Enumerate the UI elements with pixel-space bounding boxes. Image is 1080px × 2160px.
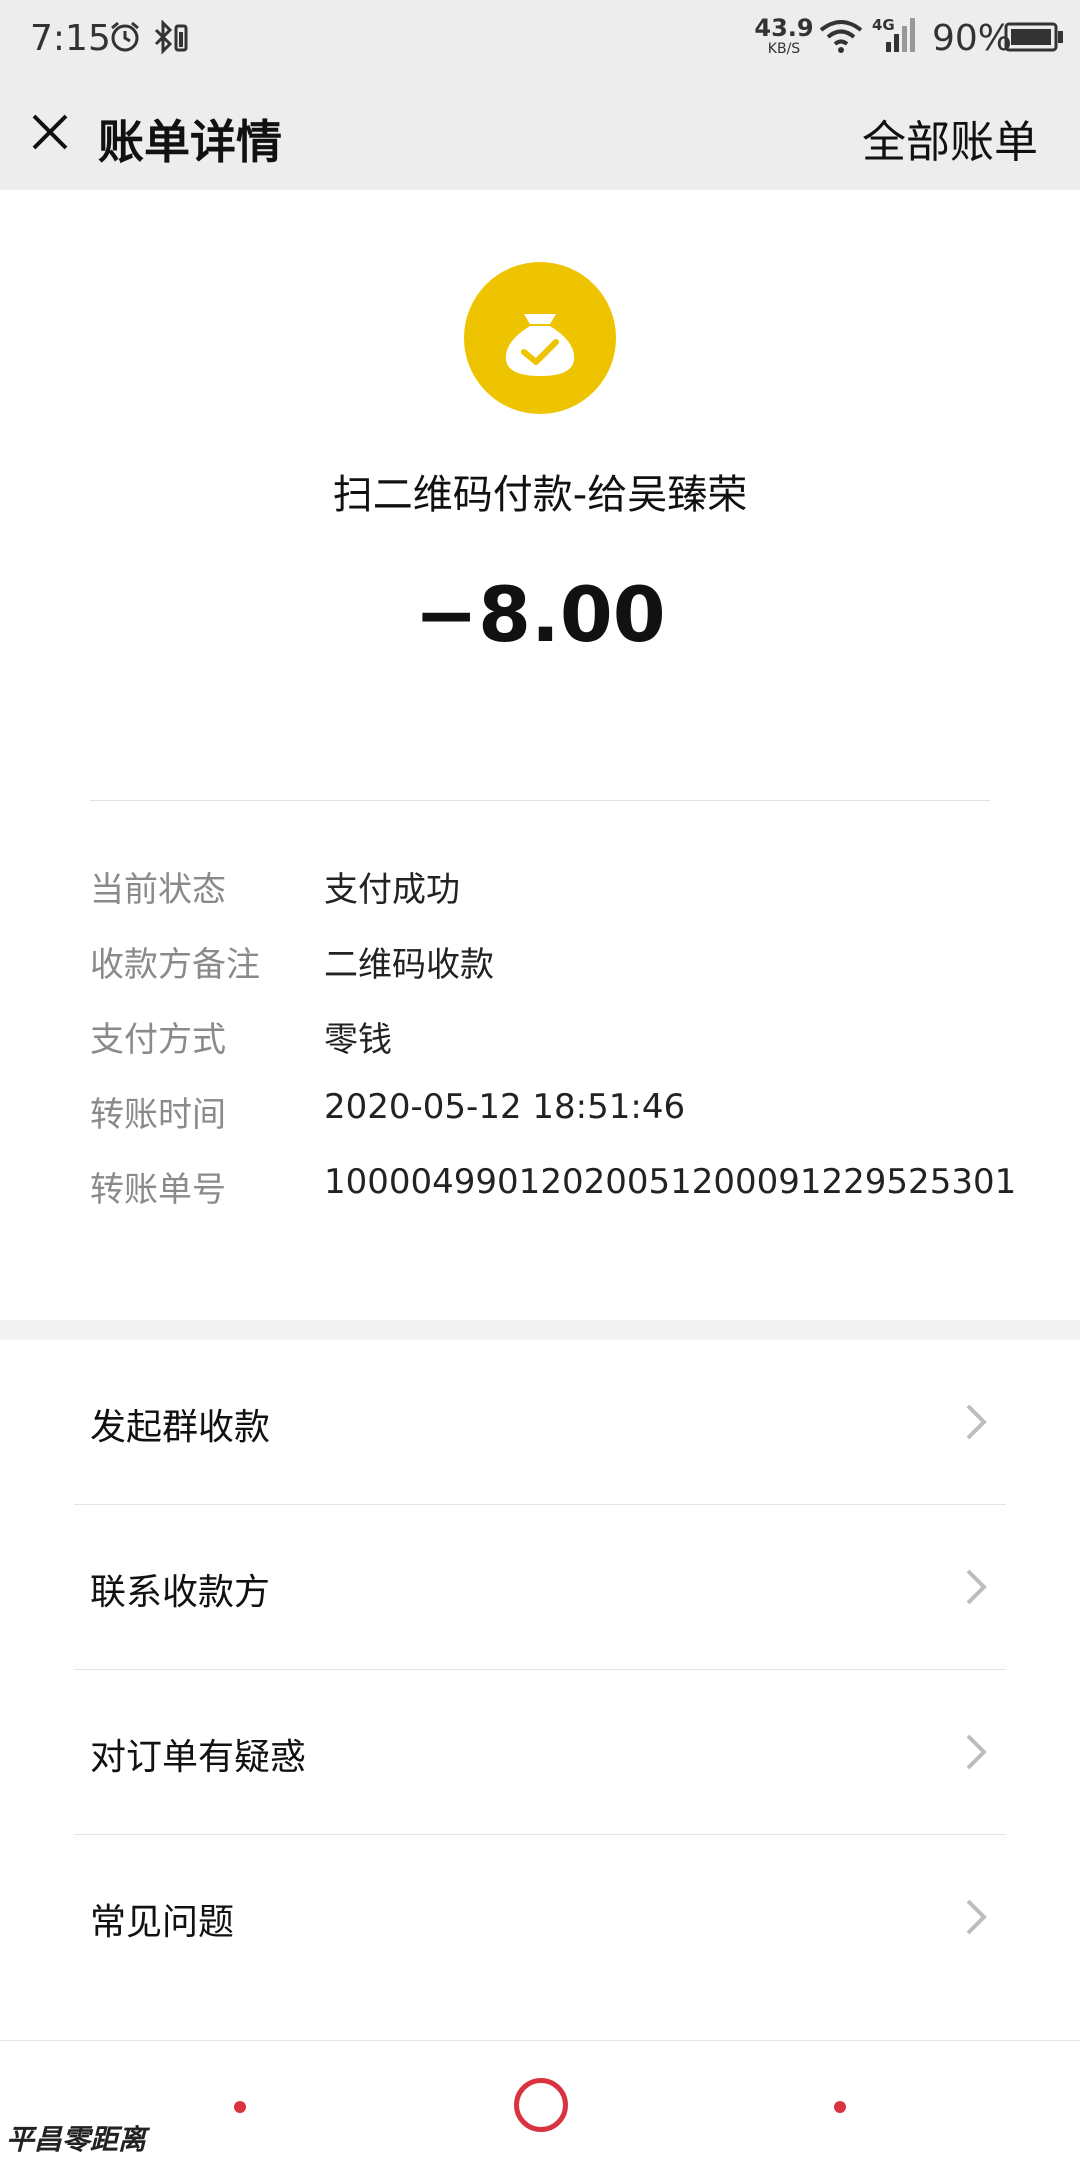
chevron-right-icon — [964, 1567, 988, 1607]
app-header: 账单详情 全部账单 — [0, 80, 1080, 190]
bluetooth-icon — [150, 19, 192, 60]
menu-item-contact-payee[interactable]: 联系收款方 — [0, 1505, 1080, 1670]
chevron-right-icon — [964, 1897, 988, 1937]
nav-recents-button[interactable] — [834, 2101, 846, 2113]
menu-item-order-question[interactable]: 对订单有疑惑 — [0, 1670, 1080, 1835]
detail-value: 二维码收款 — [324, 945, 494, 985]
network-speed: 43.9 KB/S — [754, 14, 814, 57]
action-menu: 发起群收款 联系收款方 对订单有疑惑 常见问题 — [0, 1340, 1080, 2000]
summary-divider — [90, 800, 990, 801]
chevron-right-icon — [964, 1732, 988, 1772]
all-bills-link[interactable]: 全部账单 — [862, 106, 1038, 170]
system-nav-bar — [0, 2040, 1080, 2160]
detail-value: 2020-05-12 18:51:46 — [324, 1087, 686, 1127]
top-area: 7:15 43.9 KB/S 4G 90% 账单详情 全部账单 — [0, 0, 1080, 190]
menu-item-label: 发起群收款 — [90, 1407, 271, 1448]
page-title: 账单详情 — [98, 115, 282, 169]
transaction-amount: −8.00 — [414, 570, 666, 659]
detail-row-status: 当前状态 支付成功 — [90, 862, 1050, 937]
detail-label: 当前状态 — [90, 870, 226, 910]
section-gap — [0, 1320, 1080, 1340]
signal-icon: 4G — [872, 16, 922, 58]
alarm-icon — [108, 20, 142, 58]
nav-back-button[interactable] — [234, 2101, 246, 2113]
close-icon[interactable] — [28, 110, 72, 154]
detail-label: 支付方式 — [90, 1020, 226, 1060]
detail-row-payment-method: 支付方式 零钱 — [90, 1012, 1050, 1087]
status-time: 7:15 — [30, 18, 111, 59]
menu-item-group-collect[interactable]: 发起群收款 — [0, 1340, 1080, 1505]
detail-label: 转账单号 — [90, 1170, 226, 1210]
detail-row-time: 转账时间 2020-05-12 18:51:46 — [90, 1087, 1050, 1162]
chevron-right-icon — [964, 1402, 988, 1442]
detail-value: 零钱 — [324, 1020, 392, 1060]
nav-home-button[interactable] — [514, 2078, 568, 2132]
detail-label: 收款方备注 — [90, 945, 260, 985]
detail-label: 转账时间 — [90, 1095, 226, 1135]
money-bag-icon — [464, 262, 616, 414]
watermark-text: 平昌零距离 — [6, 2123, 147, 2156]
detail-value: 支付成功 — [324, 870, 460, 910]
detail-value: 1000049901202005120009122952530​1 — [324, 1162, 1017, 1202]
battery-percent: 90% — [932, 18, 1013, 59]
transaction-description: 扫二维码付款-给吴臻荣 — [332, 472, 748, 518]
detail-row-transaction-id: 转账单号 1000049901202005120009122952530​1 — [90, 1162, 1050, 1237]
battery-icon — [1004, 22, 1064, 56]
status-bar: 7:15 43.9 KB/S 4G 90% — [0, 0, 1080, 80]
menu-item-label: 常见问题 — [90, 1902, 235, 1943]
detail-list: 当前状态 支付成功 收款方备注 二维码收款 支付方式 零钱 转账时间 2020-… — [90, 862, 1050, 1237]
menu-item-label: 联系收款方 — [90, 1572, 271, 1613]
wifi-icon — [818, 18, 864, 58]
menu-item-label: 对订单有疑惑 — [90, 1737, 307, 1778]
menu-item-faq[interactable]: 常见问题 — [0, 1835, 1080, 2000]
detail-row-remark: 收款方备注 二维码收款 — [90, 937, 1050, 1012]
